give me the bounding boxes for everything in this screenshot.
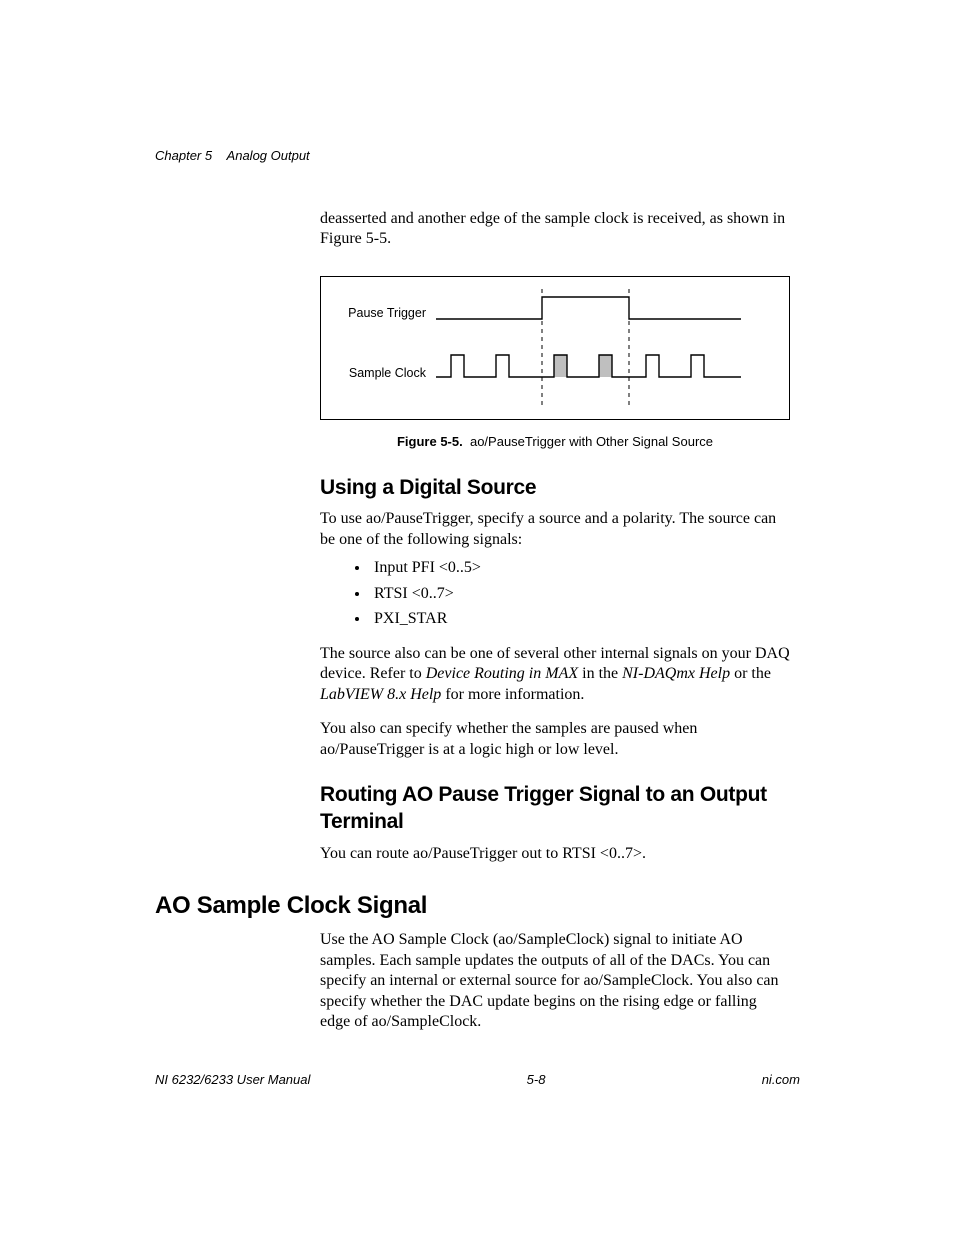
timing-diagram-svg — [321, 277, 789, 419]
footer-manual-title: NI 6232/6233 User Manual — [155, 1072, 310, 1087]
sec1-p3: You also can specify whether the samples… — [320, 719, 790, 760]
chapter-title: Analog Output — [227, 148, 310, 163]
figure-caption: Figure 5-5. ao/PauseTrigger with Other S… — [320, 434, 790, 451]
figure-label-pause-trigger: Pause Trigger — [326, 305, 426, 321]
figure-label-sample-clock: Sample Clock — [326, 365, 426, 381]
footer-url: ni.com — [762, 1072, 800, 1087]
running-header: Chapter 5 Analog Output — [155, 148, 800, 163]
heading-routing-pause-trigger: Routing AO Pause Trigger Signal to an Ou… — [320, 782, 790, 836]
heading-using-digital-source: Using a Digital Source — [320, 475, 790, 502]
sec1-p1: To use ao/PauseTrigger, specify a source… — [320, 509, 790, 550]
footer-page-number: 5-8 — [527, 1072, 546, 1087]
list-item: RTSI <0..7> — [370, 584, 790, 604]
figure-caption-label: Figure 5-5. — [397, 434, 463, 449]
chapter-label: Chapter 5 — [155, 148, 212, 163]
figure-5-5: Pause Trigger Sample Clock — [320, 276, 790, 420]
intro-paragraph: deasserted and another edge of the sampl… — [320, 209, 790, 250]
heading-ao-sample-clock: AO Sample Clock Signal — [155, 892, 800, 920]
list-item: Input PFI <0..5> — [370, 558, 790, 578]
figure-caption-text: ao/PauseTrigger with Other Signal Source — [470, 434, 713, 449]
sec3-p1: Use the AO Sample Clock (ao/SampleClock)… — [320, 930, 790, 1032]
page-footer: NI 6232/6233 User Manual 5-8 ni.com — [155, 1072, 800, 1087]
sec1-p2: The source also can be one of several ot… — [320, 644, 790, 705]
sec2-p1: You can route ao/PauseTrigger out to RTS… — [320, 844, 790, 864]
signal-list: Input PFI <0..5> RTSI <0..7> PXI_STAR — [320, 558, 790, 629]
list-item: PXI_STAR — [370, 609, 790, 629]
